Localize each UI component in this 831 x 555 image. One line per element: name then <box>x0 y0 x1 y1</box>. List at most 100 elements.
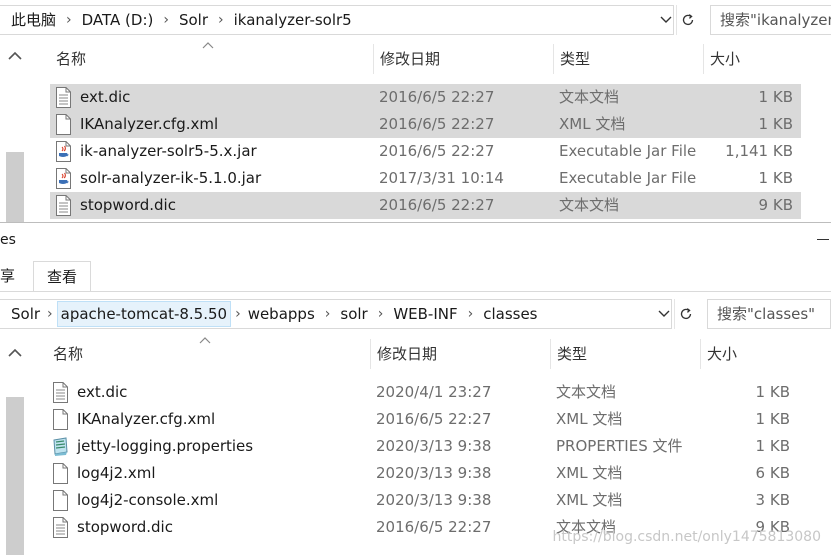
file-name[interactable]: IKAnalyzer.cfg.xml <box>47 406 370 433</box>
file-size: 1 KB <box>758 169 793 187</box>
file-type: XML 文档 <box>559 115 626 133</box>
sort-ascending-icon <box>202 42 214 49</box>
scrollbar-thumb[interactable] <box>6 152 24 222</box>
breadcrumb-solr[interactable]: Solr <box>0 301 43 327</box>
breadcrumb-solr-app[interactable]: solr <box>337 301 370 327</box>
scrollbar-thumb[interactable] <box>6 397 24 555</box>
file-row[interactable]: log4j2.xml 2020/3/13 9:38 XML 文档 6 KB <box>47 460 798 487</box>
file-name[interactable]: ext.dic <box>50 84 373 111</box>
breadcrumb-separator-icon[interactable]: › <box>59 12 79 28</box>
tab-share[interactable]: 享 <box>0 261 15 291</box>
file-row[interactable]: ext.dic 2016/6/5 22:27 文本文档 1 KB <box>50 84 801 111</box>
breadcrumb-separator-icon[interactable]: › <box>43 306 57 322</box>
refresh-icon[interactable] <box>676 5 698 35</box>
breadcrumb-separator-icon[interactable]: › <box>231 306 245 322</box>
file-name-label: IKAnalyzer.cfg.xml <box>77 410 216 428</box>
breadcrumb-apache-tomcat[interactable]: apache-tomcat-8.5.50 <box>56 301 232 327</box>
tab-view[interactable]: 查看 <box>33 261 92 291</box>
file-name[interactable]: IKAnalyzer.cfg.xml <box>50 111 373 138</box>
breadcrumb-data-drive[interactable]: DATA (D:) <box>79 7 157 33</box>
breadcrumb-separator-icon[interactable]: › <box>211 12 231 28</box>
file-name[interactable]: solr-analyzer-ik-5.1.0.jar <box>50 165 373 192</box>
file-row[interactable]: IKAnalyzer.cfg.xml 2016/6/5 22:27 XML 文档 1 … <box>50 111 801 138</box>
address-bar[interactable]: 此电脑 › DATA (D:) › Solr › ikanalyzer-solr… <box>0 5 674 35</box>
file-name[interactable]: jetty-logging.properties <box>47 433 370 460</box>
file-modified-date: 2020/3/13 9:38 <box>376 437 492 455</box>
file-name[interactable]: log4j2.xml <box>47 460 370 487</box>
text-file-icon <box>55 195 72 216</box>
file-name-label: log4j2-console.xml <box>77 491 219 509</box>
explorer-window-ikanalyzer: 此电脑 › DATA (D:) › Solr › ikanalyzer-solr… <box>0 0 831 222</box>
properties-file-icon <box>52 436 69 457</box>
refresh-icon[interactable] <box>674 299 696 329</box>
breadcrumb-webapps[interactable]: webapps <box>245 301 318 327</box>
file-modified-date: 2016/6/5 22:27 <box>379 115 495 133</box>
file-type: XML 文档 <box>556 464 623 482</box>
file-size: 1,141 KB <box>725 142 793 160</box>
breadcrumb-ikanalyzer-solr5[interactable]: ikanalyzer-solr5 <box>231 7 355 33</box>
breadcrumb-separator-icon[interactable]: › <box>156 12 176 28</box>
file-row[interactable]: solr-analyzer-ik-5.1.0.jar 2017/3/31 10:1… <box>50 165 801 192</box>
file-modified-date: 2016/6/5 22:27 <box>376 410 492 428</box>
file-type: PROPERTIES 文件 <box>556 437 683 455</box>
column-size-label: 大小 <box>710 50 741 68</box>
file-name[interactable]: ik-analyzer-solr5-5.x.jar <box>50 138 373 165</box>
file-name-label: IKAnalyzer.cfg.xml <box>80 115 219 133</box>
text-file-icon <box>55 87 72 108</box>
file-name[interactable]: log4j2-console.xml <box>47 487 370 514</box>
chevron-down-icon[interactable] <box>654 299 674 329</box>
file-type: Executable Jar File <box>559 169 697 187</box>
column-name[interactable]: 名称 <box>50 42 373 74</box>
file-modified-date: 2020/3/13 9:38 <box>376 464 492 482</box>
jar-file-icon <box>55 168 72 189</box>
column-type[interactable]: 类型 <box>550 339 700 369</box>
breadcrumb-this-pc[interactable]: 此电脑 <box>0 7 59 33</box>
file-name-label: log4j2.xml <box>77 464 156 482</box>
xml-file-icon <box>52 463 69 484</box>
file-row[interactable]: stopword.dic 2016/6/5 22:27 文本文档 9 KB <box>50 192 801 219</box>
breadcrumb-separator-icon[interactable]: › <box>318 306 338 322</box>
nav-pane-scrollbar[interactable] <box>0 337 32 555</box>
file-modified-date: 2016/6/5 22:27 <box>379 196 495 214</box>
address-bar[interactable]: Solr › apache-tomcat-8.5.50 › webapps › … <box>0 299 672 329</box>
file-name[interactable]: stopword.dic <box>47 514 370 541</box>
file-name-label: stopword.dic <box>77 518 173 536</box>
minimize-icon[interactable] <box>817 239 829 240</box>
breadcrumb-separator-icon[interactable]: › <box>371 306 391 322</box>
file-row[interactable]: log4j2-console.xml 2020/3/13 9:38 XML 文档 3 … <box>47 487 798 514</box>
scroll-up-arrow-icon[interactable] <box>8 46 24 60</box>
file-size: 1 KB <box>755 437 790 455</box>
file-name[interactable]: stopword.dic <box>50 192 373 219</box>
file-row[interactable]: ext.dic 2020/4/1 23:27 文本文档 1 KB <box>47 379 798 406</box>
nav-pane-scrollbar[interactable] <box>0 40 32 222</box>
breadcrumb-solr[interactable]: Solr <box>176 7 211 33</box>
breadcrumb-web-inf[interactable]: WEB-INF <box>390 301 460 327</box>
column-type[interactable]: 类型 <box>553 44 703 74</box>
search-input[interactable]: 搜索"ikanalyzer- <box>710 5 831 35</box>
file-type: 文本文档 <box>559 196 620 214</box>
column-date[interactable]: 修改日期 <box>373 44 553 74</box>
column-size[interactable]: 大小 <box>700 339 798 369</box>
file-row[interactable]: IKAnalyzer.cfg.xml 2016/6/5 22:27 XML 文档 1 … <box>47 406 798 433</box>
file-size: 1 KB <box>755 410 790 428</box>
column-name[interactable]: 名称 <box>47 337 370 369</box>
scroll-up-arrow-icon[interactable] <box>8 343 24 357</box>
file-name[interactable]: ext.dic <box>47 379 370 406</box>
chevron-down-icon[interactable] <box>656 5 676 35</box>
column-header-row: 名称 修改日期 类型 大小 <box>50 42 801 74</box>
breadcrumb-classes[interactable]: classes <box>480 301 540 327</box>
xml-file-icon <box>52 490 69 511</box>
text-file-icon <box>52 382 69 403</box>
breadcrumb-separator-icon[interactable]: › <box>461 306 481 322</box>
file-type: XML 文档 <box>556 410 623 428</box>
ribbon-divider <box>0 291 831 292</box>
column-date-label: 修改日期 <box>377 345 438 363</box>
column-size[interactable]: 大小 <box>703 44 801 74</box>
xml-file-icon <box>52 409 69 430</box>
file-row[interactable]: ik-analyzer-solr5-5.x.jar 2016/6/5 22:27 E… <box>50 138 801 165</box>
column-type-label: 类型 <box>557 345 588 363</box>
file-size: 1 KB <box>758 88 793 106</box>
column-date[interactable]: 修改日期 <box>370 339 550 369</box>
search-input[interactable]: 搜索"classes" <box>707 299 831 329</box>
file-row[interactable]: jetty-logging.properties 2020/3/13 9:38 PR… <box>47 433 798 460</box>
